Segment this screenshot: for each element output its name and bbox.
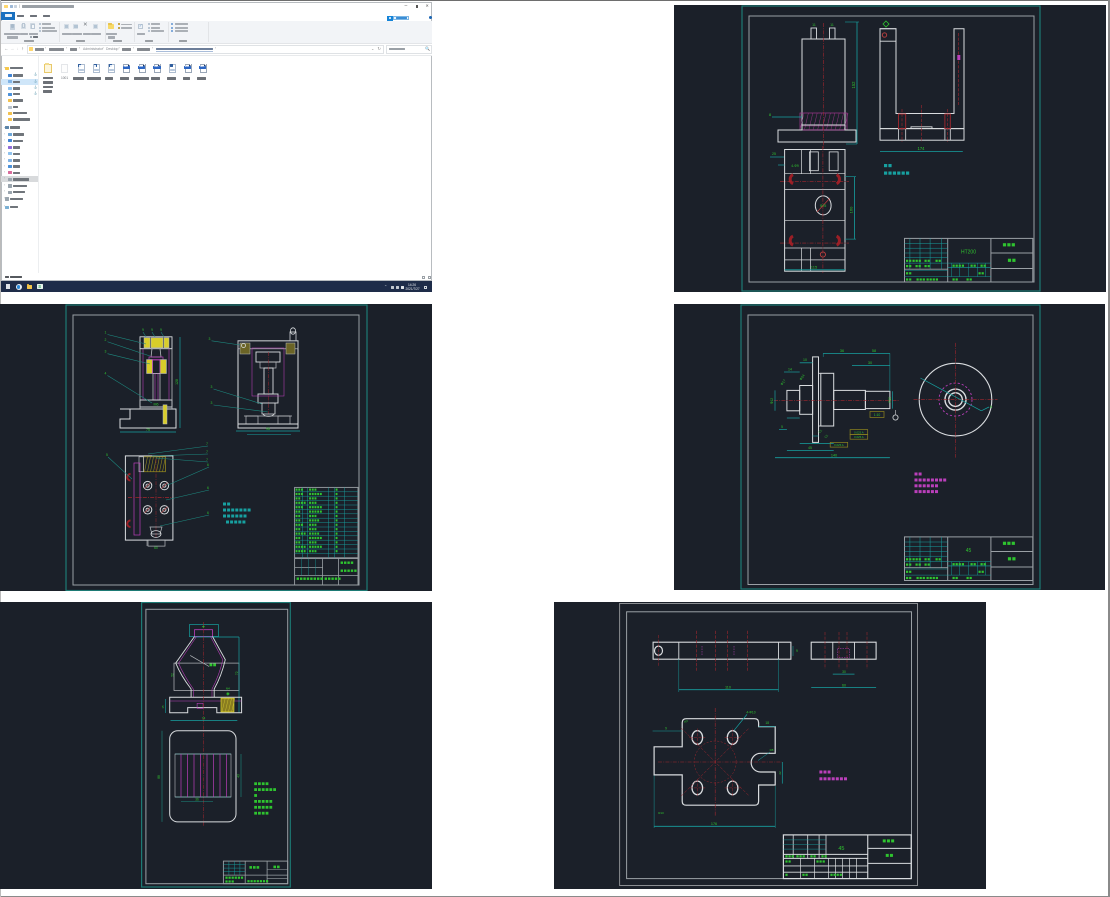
svg-text:45: 45	[966, 548, 972, 554]
svg-text:30: 30	[842, 670, 846, 674]
svg-text:18: 18	[765, 721, 769, 725]
svg-text:6: 6	[207, 486, 209, 490]
svg-text:128: 128	[175, 379, 179, 385]
svg-text:9: 9	[151, 328, 153, 332]
svg-text:9: 9	[160, 328, 162, 332]
svg-text:Φ10: Φ10	[888, 397, 892, 403]
svg-text:1: 1	[105, 331, 107, 335]
svg-text:9: 9	[796, 649, 798, 653]
svg-text:72: 72	[235, 671, 239, 675]
svg-text:115: 115	[811, 265, 818, 270]
svg-text:43: 43	[237, 774, 241, 778]
svg-text:152: 152	[851, 81, 856, 89]
svg-text:M6: M6	[154, 403, 159, 407]
svg-text:10: 10	[803, 358, 807, 362]
svg-text:R8: R8	[769, 748, 773, 752]
svg-text:7: 7	[206, 442, 208, 446]
svg-text:11: 11	[830, 23, 834, 27]
svg-text:5: 5	[106, 453, 108, 457]
svg-text:176: 176	[710, 822, 716, 826]
svg-text:60: 60	[842, 683, 846, 687]
svg-text:174: 174	[918, 146, 926, 151]
svg-text:74: 74	[202, 716, 206, 720]
svg-text:88: 88	[157, 775, 161, 779]
svg-text:45: 45	[808, 446, 812, 450]
svg-text:22: 22	[777, 771, 781, 775]
svg-text:7: 7	[206, 450, 208, 454]
svg-text:58: 58	[872, 349, 876, 353]
svg-text:5: 5	[781, 425, 783, 429]
svg-text:30: 30	[868, 361, 872, 365]
svg-text:7: 7	[206, 458, 208, 462]
svg-text:14: 14	[788, 368, 792, 372]
svg-text:75: 75	[146, 428, 150, 432]
svg-text:1:10: 1:10	[874, 413, 881, 417]
svg-text:M4: M4	[226, 687, 230, 691]
svg-text:45: 45	[838, 846, 844, 852]
svg-text:140: 140	[831, 453, 837, 457]
svg-text:4: 4	[105, 372, 107, 376]
svg-text:160: 160	[849, 206, 854, 213]
svg-text:96: 96	[266, 427, 270, 431]
svg-text:9: 9	[665, 727, 667, 731]
svg-text:2: 2	[105, 338, 107, 342]
svg-text:36: 36	[195, 798, 199, 802]
svg-text:3: 3	[105, 350, 107, 354]
svg-text:3: 3	[211, 385, 213, 389]
svg-text:6: 6	[207, 463, 209, 467]
svg-text:110: 110	[725, 685, 731, 689]
svg-text:4-Φ9: 4-Φ9	[791, 164, 799, 168]
svg-text:4-Φ10: 4-Φ10	[746, 710, 755, 714]
svg-text:36: 36	[840, 349, 844, 353]
svg-text:Φ12: Φ12	[770, 398, 774, 404]
svg-text:3: 3	[211, 401, 213, 405]
svg-text:0.025 A: 0.025 A	[834, 443, 844, 447]
svg-text:6: 6	[207, 511, 209, 515]
svg-text:11: 11	[812, 23, 816, 27]
svg-text:HT200: HT200	[961, 249, 976, 255]
svg-text:✺: ✺	[226, 692, 230, 697]
svg-text:9: 9	[142, 328, 144, 332]
svg-text:52: 52	[171, 673, 175, 677]
svg-text:0.025 A: 0.025 A	[854, 435, 864, 439]
svg-text:15: 15	[161, 705, 165, 709]
svg-text:25: 25	[772, 152, 776, 156]
svg-text:R10: R10	[658, 811, 664, 815]
svg-text:60: 60	[154, 546, 158, 550]
svg-text:0.025 A: 0.025 A	[854, 430, 864, 434]
svg-text:3: 3	[209, 337, 211, 341]
